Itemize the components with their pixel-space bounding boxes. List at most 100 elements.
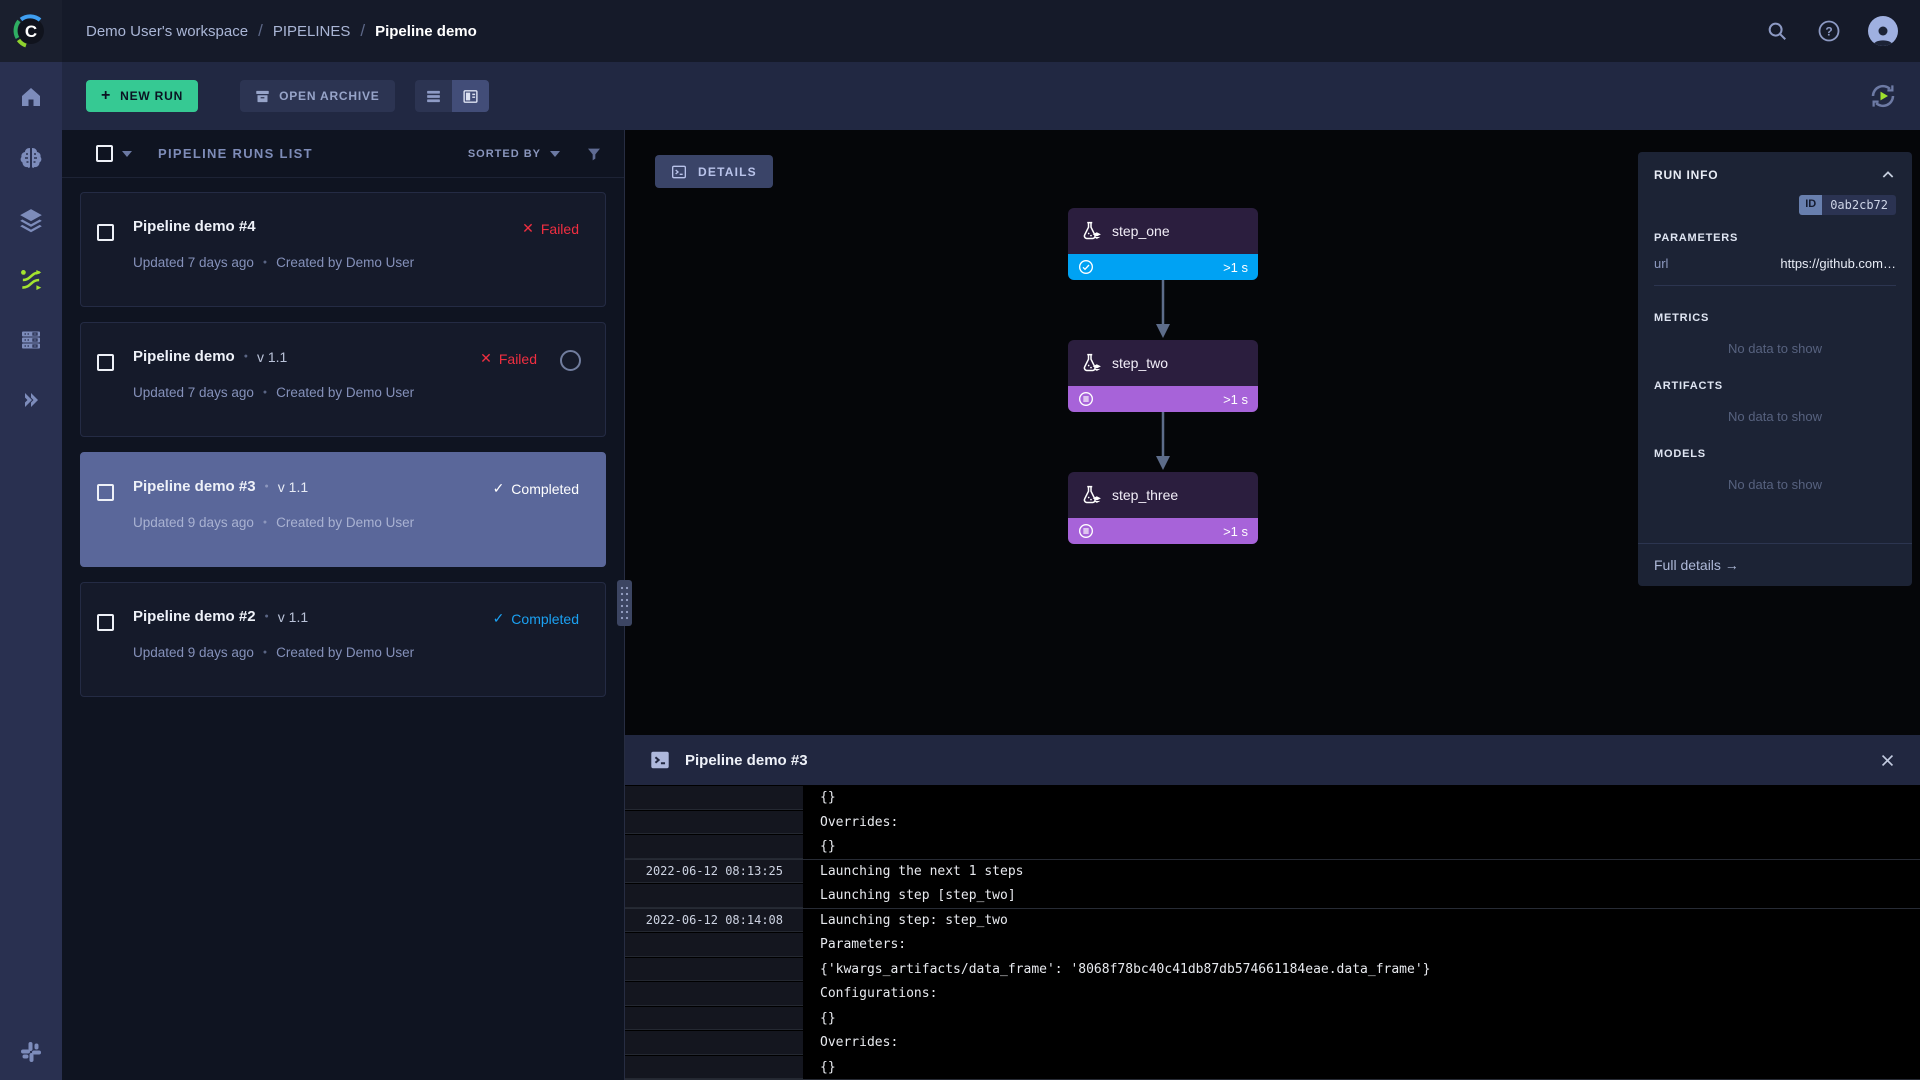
refresh-icon [1871,84,1895,108]
pipeline-run-card[interactable]: Pipeline demo #4 ✕ Failed Updated 7 days… [80,192,606,307]
status-icon: ✕ [522,220,534,236]
log-row: {'kwargs_artifacts/data_frame': '8068f78… [625,957,1920,981]
artifacts-empty-text: No data to show [1728,409,1822,424]
sorted-by-label: SORTED BY [467,147,541,160]
log-row: 2022-06-12 08:13:25 Launching the next 1… [625,858,1920,883]
run-created-by: Created by Demo User [276,255,415,270]
table-view-button[interactable] [414,80,452,112]
breadcrumb-pipelines[interactable]: PIPELINES [273,23,351,40]
run-checkbox[interactable] [97,224,114,241]
open-archive-button[interactable]: OPEN ARCHIVE [240,80,395,112]
details-label: DETAILS [698,164,757,179]
open-archive-label: OPEN ARCHIVE [279,89,380,103]
run-updated: Updated 7 days ago [133,385,254,400]
run-updated: Updated 9 days ago [133,645,254,660]
run-info-title: RUN INFO [1654,168,1719,182]
log-timestamp [625,884,803,908]
details-button[interactable]: DETAILS [655,155,773,188]
split-view-button[interactable] [451,80,489,112]
run-checkbox[interactable] [97,614,114,631]
run-state-ring-icon[interactable] [560,350,581,371]
breadcrumb-separator: / [360,21,366,40]
log-message: {} [820,790,836,806]
pipeline-run-card[interactable]: Pipeline demo #2 ● v 1.1 ✓ Completed Upd… [80,582,606,697]
breadcrumb-current: Pipeline demo [375,22,477,40]
sidebar-item-projects[interactable] [0,136,62,180]
breadcrumb-workspace[interactable]: Demo User's workspace [86,23,248,40]
svg-text:C: C [25,22,37,41]
status-label: Failed [498,350,537,367]
log-row: {} [625,785,1920,810]
pipeline-run-card[interactable]: Pipeline demo ● v 1.1 ✕ Failed Updated 7… [80,322,606,437]
avatar[interactable] [1868,16,1898,46]
separator-dot: ● [262,389,268,396]
run-checkbox[interactable] [97,484,114,501]
step-duration: >1 s [1223,259,1248,275]
log-message: Parameters: [820,937,907,953]
select-all-checkbox[interactable] [96,145,113,162]
id-value: 0ab2cb72 [1822,195,1896,215]
console-panel: Pipeline demo #3 {} Overrides: {} 2022-0… [625,735,1920,1080]
run-updated: Updated 9 days ago [133,515,254,530]
log-message: Overrides: [820,814,899,830]
run-checkbox[interactable] [97,354,114,371]
sidebar-item-workers-queues[interactable] [0,318,62,362]
status-label: Completed [511,480,579,497]
help-icon[interactable]: ? [1816,18,1842,44]
side-nav [0,62,62,1080]
flask-icon [1083,353,1101,372]
run-cards: Pipeline demo #4 ✕ Failed Updated 7 days… [62,178,624,697]
home-icon [22,88,40,106]
pipeline-step-node[interactable]: step_three >1 s [1068,472,1258,544]
step-duration: >1 s [1223,523,1248,539]
pipeline-graph-canvas[interactable]: DETAILS step_one >1 s step_two >1 s step… [625,130,1920,735]
run-status-badge: ✕ Failed [480,350,537,367]
run-version: v 1.1 [277,478,309,495]
flask-icon [1083,485,1101,504]
close-icon[interactable] [1879,752,1896,769]
status-label: Completed [511,610,579,627]
sidebar-item-slack[interactable] [0,1030,62,1074]
log-row: {} [625,834,1920,859]
collapse-chevron-up-icon[interactable] [1880,167,1896,183]
metrics-section-title: METRICS [1654,312,1710,324]
slack-icon [21,1042,41,1062]
panel-resize-handle[interactable] [617,580,632,626]
run-id-badge[interactable]: ID 0ab2cb72 [1799,195,1896,215]
run-status-badge: ✕ Failed [522,220,579,237]
log-row: Overrides: [625,1030,1920,1055]
log-message: Launching step: step_two [820,912,1008,928]
log-row: Parameters: [625,932,1920,957]
run-version: v 1.1 [256,348,288,365]
separator-dot: ● [264,483,269,490]
log-timestamp: 2022-06-12 08:14:08 [625,908,803,932]
lines-circle-icon [1079,524,1093,538]
sidebar-item-expand[interactable] [0,378,62,422]
clearml-logo[interactable]: C [0,0,62,62]
new-run-button[interactable]: + NEW RUN [86,80,199,112]
sidebar-item-home[interactable] [0,75,62,119]
pipeline-step-node[interactable]: step_two >1 s [1068,340,1258,412]
pipelines-icon [21,270,42,290]
sidebar-item-pipelines[interactable] [0,258,62,302]
breadcrumb: Demo User's workspace / PIPELINES / Pipe… [86,21,477,41]
pipeline-step-node[interactable]: step_one >1 s [1068,208,1258,280]
search-icon[interactable] [1764,18,1790,44]
log-row: 2022-06-12 08:14:08 Launching step: step… [625,907,1920,932]
run-created-by: Created by Demo User [276,515,415,530]
lines-circle-icon [1079,392,1093,406]
run-status-badge: ✓ Completed [493,610,579,627]
runs-panel-header: PIPELINE RUNS LIST SORTED BY [62,130,624,178]
log-row: {} [625,1055,1920,1079]
full-details-link[interactable]: Full details → [1638,543,1912,586]
parameter-row[interactable]: url https://github.com… [1654,256,1896,271]
separator-dot: ● [262,519,268,526]
sorted-by-dropdown[interactable]: SORTED BY [468,148,560,160]
auto-refresh-button[interactable] [1868,81,1898,111]
parameter-value: https://github.com… [1780,256,1896,271]
status-icon: ✓ [492,610,505,626]
filter-icon[interactable] [586,146,602,162]
select-all-caret-icon[interactable] [122,150,132,157]
sidebar-item-datasets[interactable] [0,198,62,242]
pipeline-run-card[interactable]: Pipeline demo #3 ● v 1.1 ✓ Completed Upd… [80,452,606,567]
